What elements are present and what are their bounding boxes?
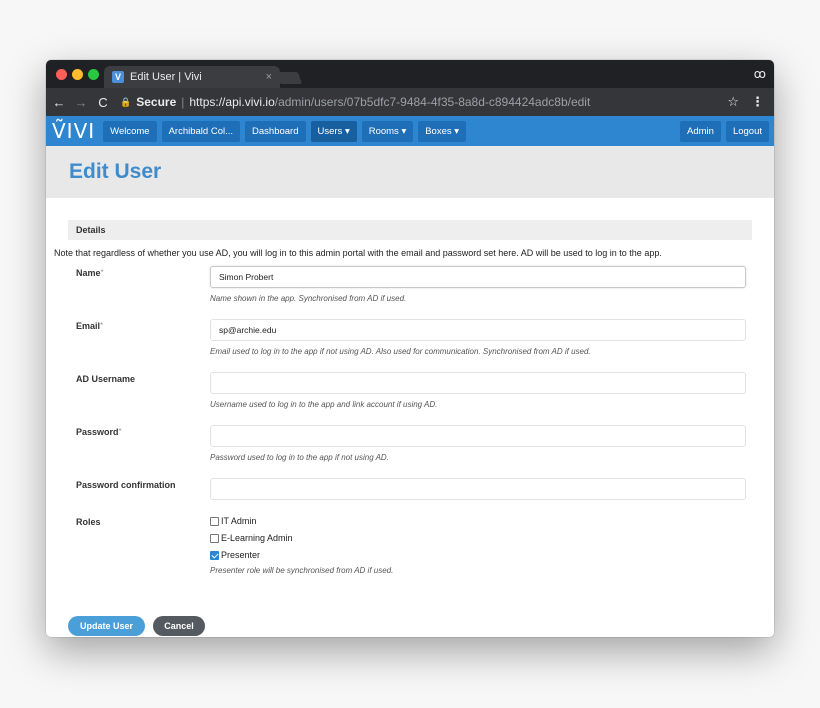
page-header: Edit User: [46, 146, 774, 198]
required-mark: *: [100, 268, 104, 277]
ad-username-field[interactable]: [210, 372, 746, 394]
page-title: Edit User: [69, 160, 162, 183]
roles-label: Roles: [76, 517, 101, 527]
maximize-window-button[interactable]: [88, 69, 99, 80]
secure-label: Secure: [136, 95, 177, 109]
incognito-icon: ꝏ: [753, 67, 766, 81]
it-admin-label: IT Admin: [221, 516, 257, 526]
reload-icon[interactable]: C: [94, 95, 112, 110]
vivi-logo[interactable]: ṼIVI: [52, 119, 95, 143]
ad-note: Note that regardless of whether you use …: [54, 248, 662, 258]
cancel-button[interactable]: Cancel: [153, 616, 205, 636]
back-icon[interactable]: ←: [50, 95, 68, 110]
password-label: Password*: [76, 427, 122, 437]
tab-title: Edit User | Vivi: [130, 71, 202, 83]
role-presenter[interactable]: Presenter: [210, 550, 260, 560]
new-tab-button[interactable]: [275, 72, 303, 84]
nav-boxes-dropdown[interactable]: Boxes ▾: [418, 120, 467, 142]
address-bar: ← → C 🔒 Secure | https://api.vivi.io /ad…: [46, 88, 774, 116]
ad-username-help: Username used to log in to the app and l…: [210, 400, 438, 409]
app-navbar: ṼIVI Welcome Archibald Col... Dashboard …: [46, 116, 774, 146]
it-admin-checkbox[interactable]: [210, 516, 219, 526]
bookmark-star-icon[interactable]: ☆: [727, 94, 739, 110]
name-help: Name shown in the app. Synchronised from…: [210, 294, 407, 303]
name-label: Name*: [76, 268, 104, 278]
email-help: Email used to log in to the app if not u…: [210, 347, 591, 356]
role-it-admin[interactable]: IT Admin: [210, 516, 256, 526]
presenter-label: Presenter: [221, 550, 261, 560]
details-panel: Details Note that regardless of whether …: [54, 220, 752, 594]
role-elearning-admin[interactable]: E-Learning Admin: [210, 533, 293, 543]
minimize-window-button[interactable]: [72, 69, 83, 80]
required-mark: *: [118, 427, 122, 436]
ad-username-label: AD Username: [76, 374, 136, 384]
forward-icon[interactable]: →: [72, 95, 90, 110]
email-field[interactable]: [210, 319, 746, 341]
roles-help: Presenter role will be synchronised from…: [210, 566, 394, 575]
details-heading: Details: [68, 220, 752, 240]
password-help: Password used to log in to the app if no…: [210, 453, 389, 462]
nav-rooms-dropdown[interactable]: Rooms ▾: [361, 120, 414, 142]
nav-welcome[interactable]: Welcome: [103, 120, 157, 142]
password-confirmation-field[interactable]: [210, 478, 746, 500]
lock-icon: 🔒: [120, 96, 132, 107]
password-field[interactable]: [210, 425, 746, 447]
elearning-admin-checkbox[interactable]: [210, 533, 219, 543]
tab-strip: V Edit User | Vivi × ꝏ: [46, 60, 774, 88]
vivi-favicon-icon: V: [112, 71, 124, 83]
browser-window: V Edit User | Vivi × ꝏ ← → C 🔒 Secure | …: [46, 60, 774, 637]
nav-logout[interactable]: Logout: [725, 120, 769, 142]
url-path: /admin/users/07b5dfc7-9484-4f35-8a8d-c89…: [274, 95, 591, 109]
name-field[interactable]: [210, 266, 746, 288]
browser-menu-icon[interactable]: ⋮: [751, 94, 764, 110]
password-confirmation-label: Password confirmation: [76, 480, 176, 490]
close-window-button[interactable]: [56, 69, 67, 80]
url-separator: |: [181, 95, 185, 109]
main-content: Details Note that regardless of whether …: [46, 198, 774, 637]
nav-archibald-college[interactable]: Archibald Col...: [161, 120, 241, 142]
email-label: Email*: [76, 321, 104, 331]
elearning-admin-label: E-Learning Admin: [221, 533, 293, 543]
close-tab-icon[interactable]: ×: [266, 71, 272, 83]
update-user-button[interactable]: Update User: [68, 616, 145, 636]
browser-tab[interactable]: V Edit User | Vivi ×: [104, 66, 280, 88]
required-mark: *: [100, 321, 104, 330]
presenter-checkbox[interactable]: [210, 550, 219, 560]
nav-users-dropdown[interactable]: Users ▾: [310, 120, 357, 142]
nav-dashboard[interactable]: Dashboard: [245, 120, 306, 142]
url-field[interactable]: 🔒 Secure | https://api.vivi.io /admin/us…: [120, 92, 727, 112]
url-host: https://api.vivi.io: [189, 95, 275, 109]
nav-admin[interactable]: Admin: [680, 120, 721, 142]
